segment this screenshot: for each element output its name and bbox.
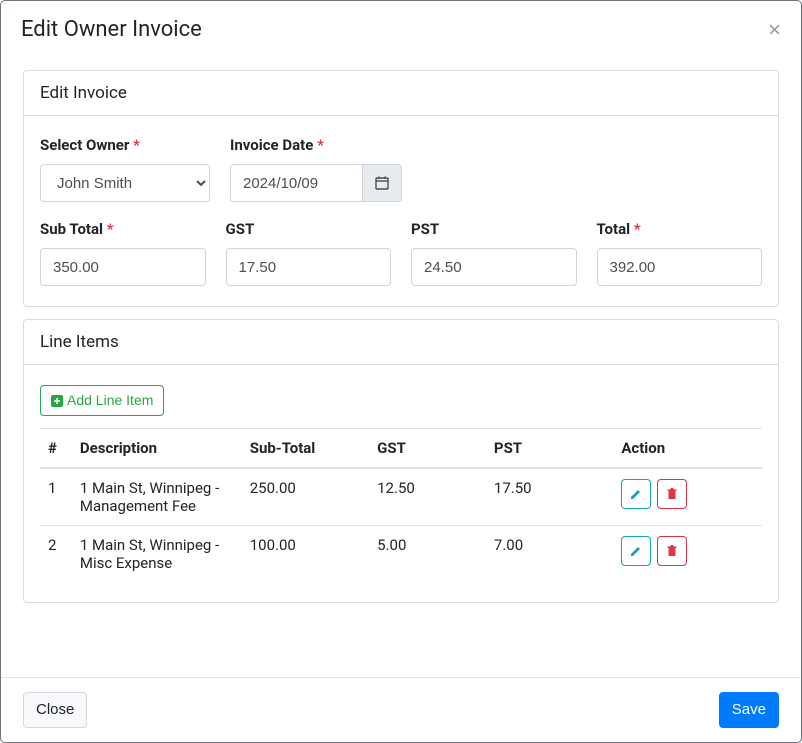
- edit-owner-invoice-modal: Edit Owner Invoice × Edit Invoice Select…: [0, 0, 802, 743]
- gst-label: GST: [226, 220, 392, 238]
- modal-title: Edit Owner Invoice: [21, 17, 202, 42]
- col-header-action: Action: [613, 429, 762, 469]
- cell-pst: 17.50: [486, 468, 613, 526]
- table-row: 2 1 Main St, Winnipeg - Misc Expense 100…: [40, 526, 762, 583]
- required-asterisk: *: [133, 136, 140, 154]
- close-button[interactable]: Close: [23, 692, 87, 729]
- cell-gst: 5.00: [369, 526, 486, 583]
- col-header-gst: GST: [369, 429, 486, 469]
- col-header-desc: Description: [72, 429, 242, 469]
- select-owner-label-text: Select Owner: [40, 136, 129, 154]
- line-items-table: # Description Sub-Total GST PST Action 1…: [40, 428, 762, 582]
- calendar-icon: [375, 176, 389, 190]
- invoice-date-label-text: Invoice Date: [230, 136, 313, 154]
- select-owner-field[interactable]: John Smith: [40, 164, 210, 202]
- subtotal-label-text: Sub Total: [40, 220, 103, 238]
- modal-footer: Close Save: [1, 677, 801, 743]
- modal-body: Edit Invoice Select Owner * John Smith I…: [1, 58, 801, 677]
- pst-label: PST: [411, 220, 577, 238]
- subtotal-field[interactable]: [40, 248, 206, 286]
- col-header-sub: Sub-Total: [242, 429, 369, 469]
- add-line-item-label: Add Line Item: [67, 390, 153, 411]
- required-asterisk: *: [107, 220, 114, 238]
- cell-gst: 12.50: [369, 468, 486, 526]
- gst-field[interactable]: [226, 248, 392, 286]
- modal-header: Edit Owner Invoice ×: [1, 1, 801, 58]
- save-button[interactable]: Save: [719, 692, 779, 729]
- delete-line-item-button[interactable]: [657, 536, 687, 566]
- calendar-button[interactable]: [362, 164, 402, 202]
- close-icon[interactable]: ×: [768, 19, 781, 41]
- cell-num: 2: [40, 526, 72, 583]
- plus-icon: [51, 395, 63, 407]
- cell-sub: 250.00: [242, 468, 369, 526]
- col-header-pst: PST: [486, 429, 613, 469]
- required-asterisk: *: [317, 136, 324, 154]
- pencil-icon: [629, 487, 643, 501]
- total-label: Total *: [597, 220, 763, 238]
- cell-desc: 1 Main St, Winnipeg - Misc Expense: [72, 526, 242, 583]
- cell-pst: 7.00: [486, 526, 613, 583]
- edit-invoice-panel: Edit Invoice Select Owner * John Smith I…: [23, 70, 779, 307]
- edit-invoice-panel-title: Edit Invoice: [24, 71, 778, 116]
- total-label-text: Total: [597, 220, 631, 238]
- subtotal-label: Sub Total *: [40, 220, 206, 238]
- cell-action: [613, 526, 762, 583]
- invoice-date-field[interactable]: [230, 164, 362, 202]
- trash-icon: [665, 487, 679, 501]
- edit-line-item-button[interactable]: [621, 536, 651, 566]
- cell-num: 1: [40, 468, 72, 526]
- pencil-icon: [629, 544, 643, 558]
- invoice-date-label: Invoice Date *: [230, 136, 402, 154]
- required-asterisk: *: [634, 220, 641, 238]
- trash-icon: [665, 544, 679, 558]
- cell-action: [613, 468, 762, 526]
- cell-sub: 100.00: [242, 526, 369, 583]
- edit-line-item-button[interactable]: [621, 479, 651, 509]
- cell-desc: 1 Main St, Winnipeg - Management Fee: [72, 468, 242, 526]
- line-items-panel-title: Line Items: [24, 320, 778, 365]
- add-line-item-button[interactable]: Add Line Item: [40, 385, 164, 416]
- pst-field[interactable]: [411, 248, 577, 286]
- col-header-num: #: [40, 429, 72, 469]
- delete-line-item-button[interactable]: [657, 479, 687, 509]
- select-owner-label: Select Owner *: [40, 136, 210, 154]
- table-row: 1 1 Main St, Winnipeg - Management Fee 2…: [40, 468, 762, 526]
- line-items-panel: Line Items Add Line Item # Description S…: [23, 319, 779, 603]
- total-field[interactable]: [597, 248, 763, 286]
